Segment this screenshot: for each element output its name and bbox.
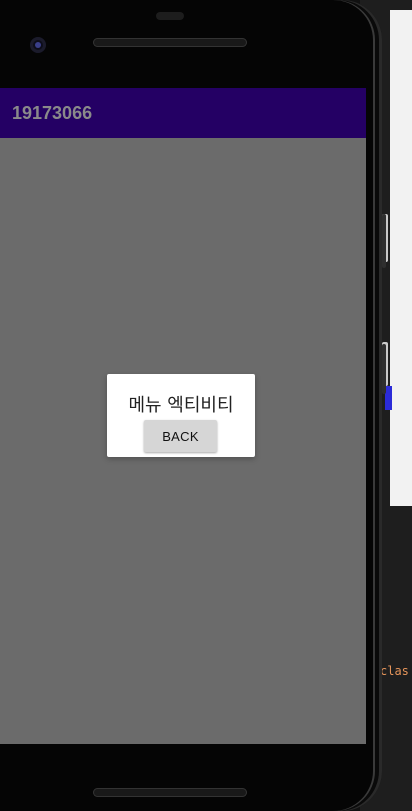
app-title: 19173066 <box>12 103 93 123</box>
earpiece-notch <box>156 12 184 20</box>
dialog-message: 메뉴 엑티비티 <box>128 395 234 416</box>
ide-editor-area <box>390 10 412 506</box>
front-camera-icon <box>30 37 46 53</box>
phone-frame: 19173066 메뉴 엑티비티 BACK <box>0 0 382 811</box>
speaker-grille-icon <box>93 38 247 47</box>
back-button[interactable]: BACK <box>144 420 217 452</box>
volume-button[interactable] <box>382 214 386 268</box>
ide-code-token: clas <box>380 664 409 678</box>
power-button[interactable] <box>382 344 386 394</box>
bottom-speaker-grille-icon <box>93 788 247 797</box>
menu-dialog: 메뉴 엑티비티 BACK <box>107 374 255 457</box>
app-bar: 19173066 <box>0 88 366 138</box>
device-screen: 19173066 메뉴 엑티비티 BACK <box>0 88 366 744</box>
ide-selection-marker <box>385 386 392 410</box>
